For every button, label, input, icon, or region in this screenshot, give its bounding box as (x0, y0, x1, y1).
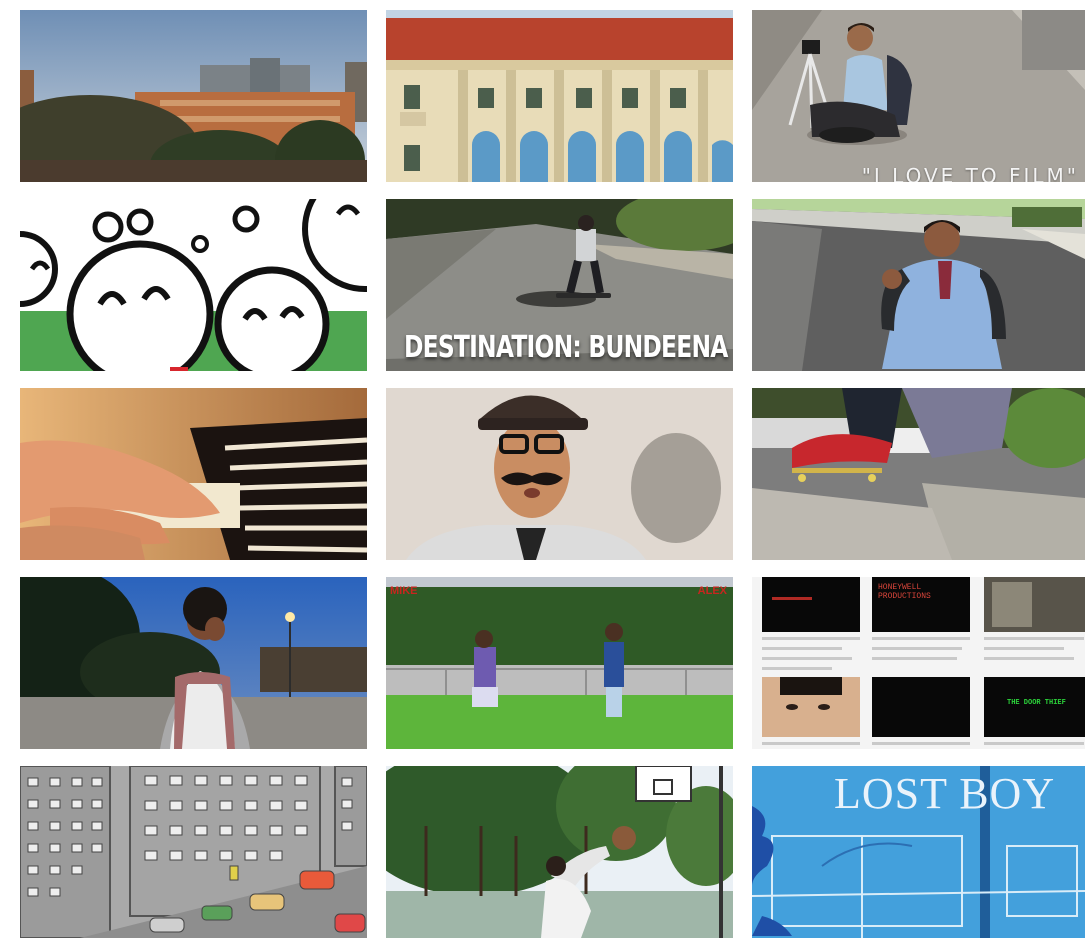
video-title-overlay: DESTINATION: BUNDEENA (404, 330, 728, 365)
boy-with-camera-image (752, 10, 1085, 182)
video-thumbnail-boy-at-dusk[interactable] (20, 577, 367, 749)
heritage-building-image (386, 10, 733, 182)
field-duel-image (386, 577, 733, 749)
video-thumbnail-field-duel[interactable]: MIKE ALEX (386, 577, 733, 749)
video-thumbnail-city-skyline[interactable] (20, 10, 367, 182)
cartoon-faces-image (20, 199, 367, 371)
film-title: THE DOOR THIEF (1007, 699, 1066, 707)
video-thumbnail-production-collage[interactable]: HONEYWELL PRODUCTIONS THE DOOR THIEF (752, 577, 1085, 749)
video-thumbnail-lost-boy[interactable]: LOST BOY (752, 766, 1085, 938)
video-thumbnail-schoolboy-street[interactable] (752, 199, 1085, 371)
cartoon-city-image (20, 766, 367, 938)
video-title-overlay: LOST BOY (834, 769, 1056, 818)
video-thumbnail-heritage-building[interactable] (386, 10, 733, 182)
production-title: HONEYWELL PRODUCTIONS (878, 583, 931, 601)
video-thumbnail-skateboarder[interactable]: DESTINATION: BUNDEENA (386, 199, 733, 371)
video-thumbnail-cartoon-city[interactable] (20, 766, 367, 938)
video-thumbnail-skateboard-ledge[interactable] (752, 388, 1085, 560)
video-thumbnail-boy-with-camera[interactable]: "I LOVE TO FILM" (752, 10, 1085, 182)
basketball-court-image (386, 766, 733, 938)
video-thumbnail-mustache-man[interactable] (386, 388, 733, 560)
video-thumbnail-basketball-court[interactable] (386, 766, 733, 938)
video-thumbnail-grid: "I LOVE TO FILM" DESTINATION: BUNDEENA M… (20, 10, 1085, 938)
city-skyline-image (20, 10, 367, 182)
skateboard-ledge-image (752, 388, 1085, 560)
piano-hands-image (20, 388, 367, 560)
player-name-right: ALEX (697, 585, 727, 597)
mustache-man-image (386, 388, 733, 560)
schoolboy-street-image (752, 199, 1085, 371)
production-collage-image (752, 577, 1085, 749)
video-thumbnail-piano-hands[interactable] (20, 388, 367, 560)
player-name-left: MIKE (390, 585, 418, 597)
video-title-overlay: "I LOVE TO FILM" (861, 164, 1079, 182)
video-thumbnail-cartoon-faces[interactable] (20, 199, 367, 371)
boy-at-dusk-image (20, 577, 367, 749)
